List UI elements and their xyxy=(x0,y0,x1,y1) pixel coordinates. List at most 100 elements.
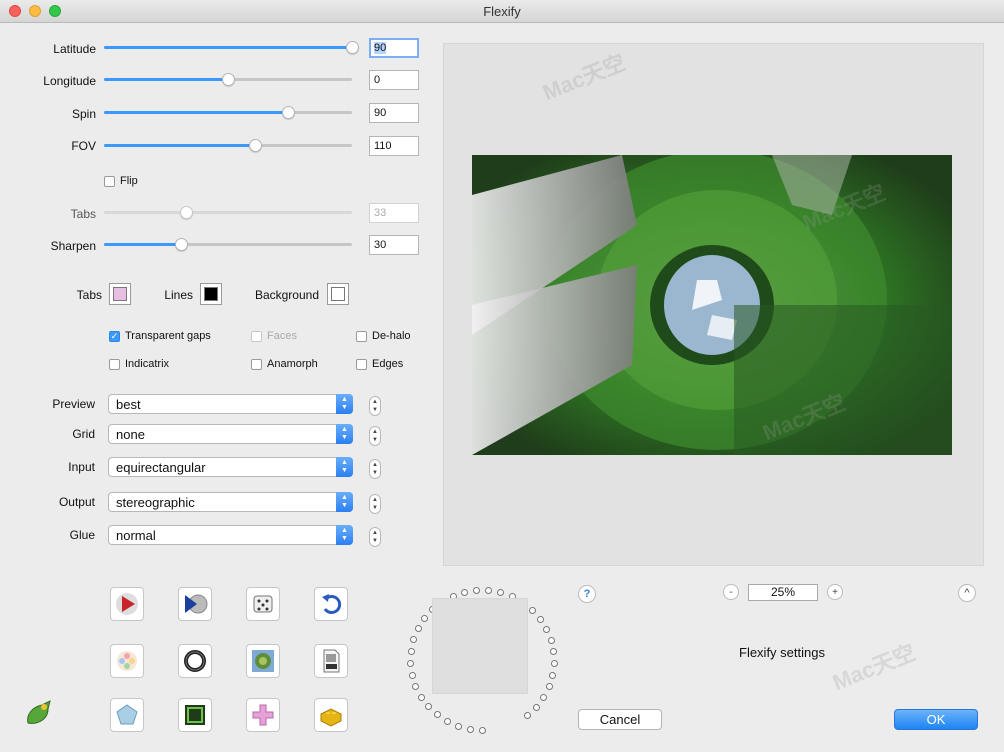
title-bar: Flexify xyxy=(0,0,1004,23)
grid-label: Grid xyxy=(72,427,95,441)
anamorph-checkbox[interactable]: Anamorph xyxy=(251,356,318,372)
faces-checkbox[interactable]: Faces xyxy=(251,328,297,344)
lines-color-well[interactable] xyxy=(200,283,222,305)
little-planet-button[interactable] xyxy=(246,644,280,678)
ring-dot xyxy=(479,727,486,734)
popup-arrows-icon: ▲ ▼ xyxy=(336,492,353,512)
spin-slider-knob[interactable] xyxy=(281,106,295,119)
zoom-in-button[interactable]: + xyxy=(827,584,843,600)
tabs-color-label: Tabs xyxy=(76,288,102,302)
sharpen-slider-knob[interactable] xyxy=(174,238,188,251)
check-icon[interactable]: ✓ xyxy=(109,330,120,342)
fov-slider[interactable] xyxy=(104,136,352,156)
ring-button[interactable] xyxy=(178,644,212,678)
flip-checkbox-box[interactable] xyxy=(104,175,115,187)
ring-dot xyxy=(549,672,557,680)
tabs-color-well[interactable] xyxy=(109,283,131,305)
output-popup[interactable]: stereographic ▲ ▼ xyxy=(108,492,353,512)
ring-dot xyxy=(485,587,493,595)
ring-dot xyxy=(408,671,416,679)
tabs-slider-label: Tabs xyxy=(70,207,96,221)
spin-slider[interactable] xyxy=(104,103,352,123)
latitude-slider-knob[interactable] xyxy=(346,41,359,54)
input-popup[interactable]: equirectangular ▲ ▼ xyxy=(108,457,353,477)
frame-icon xyxy=(185,705,205,725)
latitude-slider[interactable] xyxy=(104,38,359,58)
flower-icon xyxy=(117,651,137,671)
help-button[interactable]: ? xyxy=(578,585,596,603)
lego-brick-button[interactable] xyxy=(314,698,348,732)
ring-dot xyxy=(414,625,422,633)
glue-label: Glue xyxy=(69,528,95,542)
longitude-field[interactable]: 0 xyxy=(369,70,419,90)
ring-dot xyxy=(550,648,558,656)
longitude-slider[interactable] xyxy=(104,70,352,90)
undo-button[interactable] xyxy=(314,587,348,621)
glue-stepper[interactable]: ▲ ▼ xyxy=(369,527,381,547)
longitude-slider-knob[interactable] xyxy=(222,73,235,86)
transparent-gaps-checkbox[interactable]: ✓ Transparent gaps xyxy=(109,328,211,344)
glue-popup[interactable]: normal ▲ ▼ xyxy=(108,525,353,545)
fov-slider-knob[interactable] xyxy=(249,139,263,152)
ring-dot xyxy=(417,693,425,701)
latitude-label: Latitude xyxy=(53,42,96,56)
popup-arrows-icon: ▲ ▼ xyxy=(336,457,353,477)
ring-dot xyxy=(454,722,462,730)
grid-popup[interactable]: none ▲ ▼ xyxy=(108,424,353,444)
popup-arrows-icon: ▲ ▼ xyxy=(336,525,353,545)
ring-dot xyxy=(410,636,418,644)
render-disc-button[interactable] xyxy=(178,587,212,621)
psd-file-button[interactable] xyxy=(314,644,348,678)
zoom-out-button[interactable]: - xyxy=(723,584,739,600)
spin-field[interactable]: 90 xyxy=(369,103,419,123)
randomize-button[interactable] xyxy=(246,587,280,621)
cancel-button[interactable]: Cancel xyxy=(578,709,662,730)
ok-button[interactable]: OK xyxy=(894,709,978,730)
background-color-well[interactable] xyxy=(327,283,349,305)
indicatrix-checkbox[interactable]: Indicatrix xyxy=(109,356,169,372)
psd-file-icon xyxy=(323,649,340,673)
tabs-field[interactable]: 33 xyxy=(369,203,419,223)
ring-dot xyxy=(407,659,415,667)
window-title: Flexify xyxy=(483,4,521,19)
fov-field[interactable]: 110 xyxy=(369,136,419,156)
collapse-button[interactable]: ^ xyxy=(958,584,976,602)
ring-dot xyxy=(461,589,469,597)
preview-stepper[interactable]: ▲ ▼ xyxy=(369,396,381,416)
ring-dot xyxy=(443,718,451,726)
settings-label: Flexify settings xyxy=(739,645,825,660)
ring-dot xyxy=(421,615,429,623)
tabs-slider[interactable] xyxy=(104,203,352,223)
sharpen-field[interactable]: 30 xyxy=(369,235,419,255)
edges-checkbox[interactable]: Edges xyxy=(356,356,403,372)
render-play-button[interactable] xyxy=(110,587,144,621)
ring-dot xyxy=(407,647,415,655)
flexify-logo-icon xyxy=(27,700,51,724)
preview-label: Preview xyxy=(52,397,95,411)
pink-cross-button[interactable] xyxy=(246,698,280,732)
sharpen-label: Sharpen xyxy=(50,239,96,253)
tabs-slider-knob[interactable] xyxy=(179,206,193,219)
preview-image[interactable] xyxy=(472,155,952,455)
sharpen-slider[interactable] xyxy=(104,235,352,255)
flip-checkbox[interactable]: Flip xyxy=(104,173,138,189)
popup-arrows-icon: ▲ ▼ xyxy=(336,394,353,414)
latitude-field[interactable]: 90 xyxy=(369,38,419,58)
little-planet-preview-image xyxy=(472,155,952,455)
flower-button[interactable] xyxy=(110,644,144,678)
de-halo-checkbox[interactable]: De-halo xyxy=(356,328,411,344)
longitude-label: Longitude xyxy=(43,74,96,88)
input-stepper[interactable]: ▲ ▼ xyxy=(369,459,381,479)
preview-popup[interactable]: best ▲ ▼ xyxy=(108,394,353,414)
play-red-icon xyxy=(116,593,138,615)
flip-label: Flip xyxy=(120,175,138,187)
lines-color-label: Lines xyxy=(164,288,193,302)
dice-icon xyxy=(253,595,273,613)
zoom-field[interactable]: 25% xyxy=(748,584,818,601)
popup-arrows-icon: ▲ ▼ xyxy=(336,424,353,444)
frame-button[interactable] xyxy=(178,698,212,732)
output-stepper[interactable]: ▲ ▼ xyxy=(369,494,381,514)
ring-dot xyxy=(473,587,481,595)
gem-button[interactable] xyxy=(110,698,144,732)
grid-stepper[interactable]: ▲ ▼ xyxy=(369,426,381,446)
